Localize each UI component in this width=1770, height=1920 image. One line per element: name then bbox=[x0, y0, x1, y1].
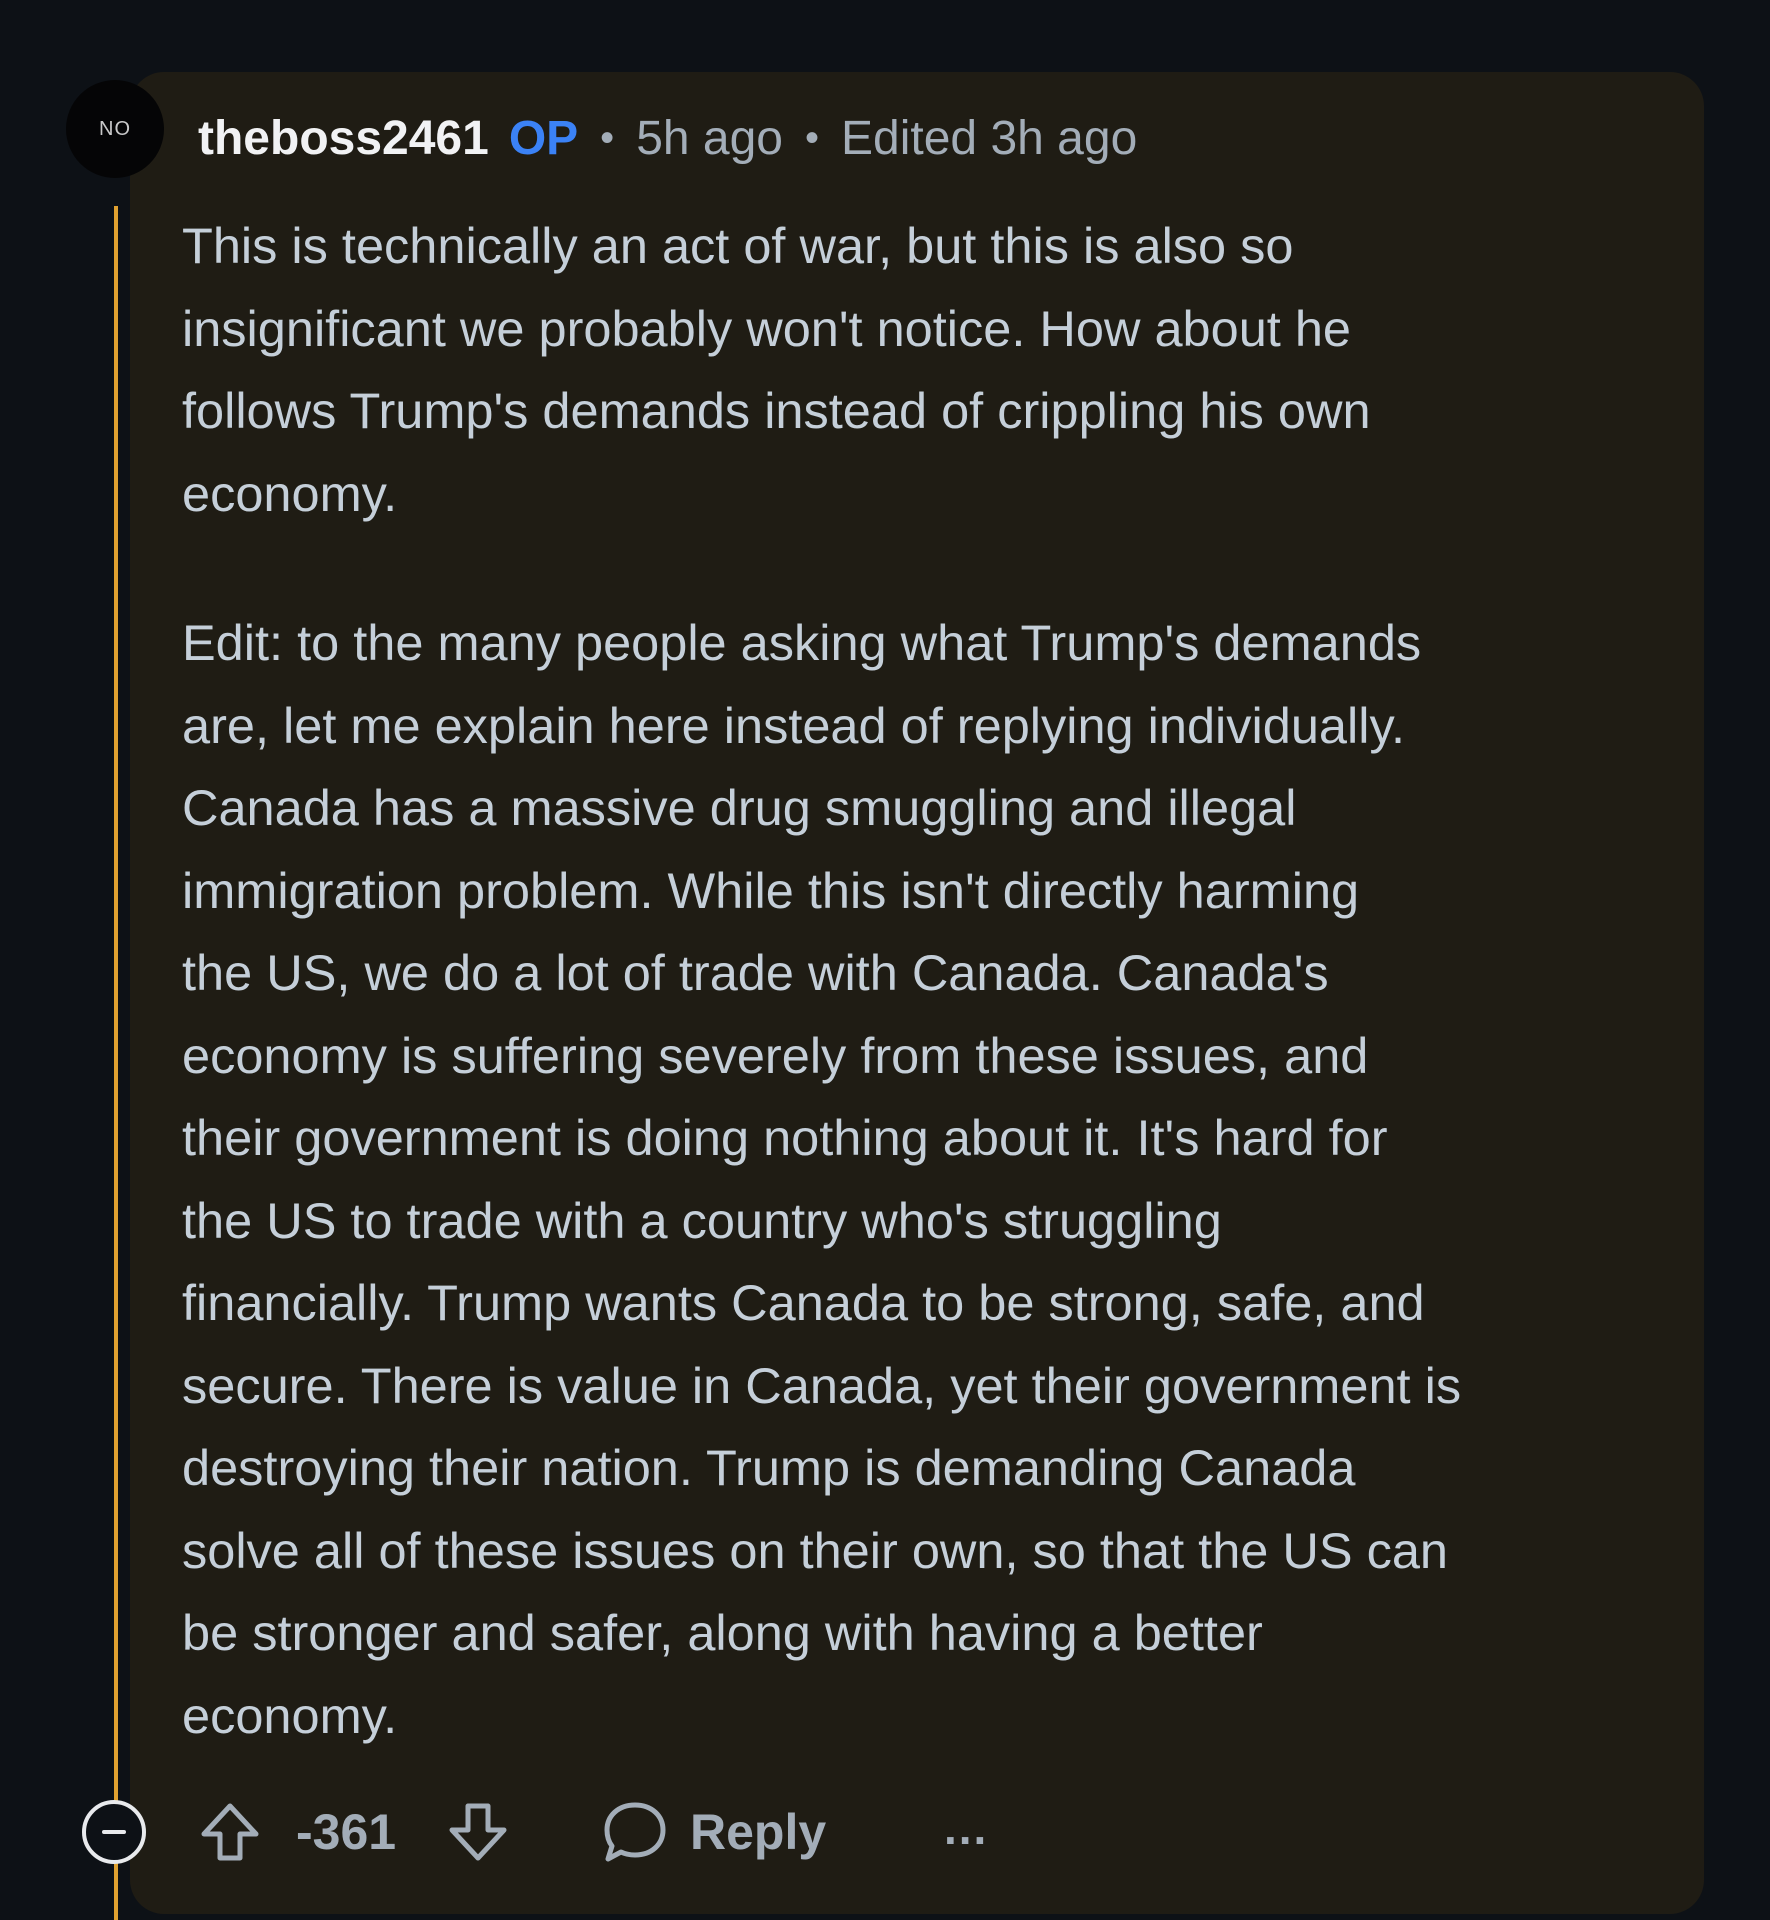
minus-circle-icon[interactable] bbox=[82, 1800, 146, 1864]
avatar[interactable]: NO bbox=[66, 80, 164, 178]
arrow-up-icon[interactable] bbox=[198, 1800, 262, 1864]
comment-body: This is technically an act of war, but t… bbox=[182, 205, 1692, 1757]
speech-bubble-icon[interactable] bbox=[602, 1800, 668, 1864]
time-posted: 5h ago bbox=[636, 111, 783, 165]
separator-dot: • bbox=[805, 115, 820, 160]
separator-dot: • bbox=[600, 115, 615, 160]
comment-paragraph: This is technically an act of war, but t… bbox=[182, 217, 1371, 522]
thread-line[interactable] bbox=[114, 206, 118, 1920]
more-options-button[interactable]: ... bbox=[944, 1800, 988, 1864]
reply-button[interactable]: Reply bbox=[690, 1800, 826, 1864]
page: NO theboss2461 OP • 5h ago • Edited 3h a… bbox=[0, 0, 1770, 1920]
comment-meta: theboss2461 OP • 5h ago • Edited 3h ago bbox=[198, 104, 1137, 172]
comment-paragraph: Edit: to the many people asking what Tru… bbox=[182, 614, 1462, 1744]
arrow-down-icon[interactable] bbox=[446, 1800, 510, 1864]
avatar-label: NO bbox=[99, 117, 131, 140]
comment-actions: -361 Reply ... bbox=[0, 1800, 1770, 1870]
op-badge: OP bbox=[508, 111, 579, 165]
edited-label: Edited 3h ago bbox=[841, 111, 1138, 165]
vote-score: -361 bbox=[296, 1804, 397, 1860]
username[interactable]: theboss2461 bbox=[198, 111, 489, 166]
